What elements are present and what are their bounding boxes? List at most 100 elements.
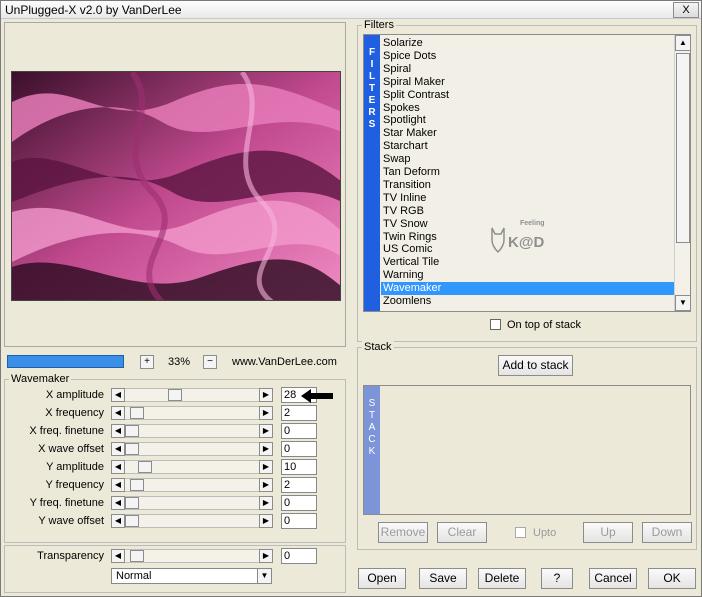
filter-item[interactable]: Wavemaker — [381, 282, 675, 296]
filter-item[interactable]: TV Inline — [381, 192, 675, 205]
up-button[interactable]: Up — [583, 522, 633, 543]
filter-item[interactable]: Spiral Maker — [381, 76, 675, 89]
param-slider[interactable]: ◀ ▶ — [111, 496, 273, 510]
param-label: Y amplitude — [46, 461, 104, 473]
slider-right-arrow-icon[interactable]: ▶ — [259, 442, 273, 456]
filter-item[interactable]: Split Contrast — [381, 89, 675, 102]
slider-right-arrow-icon[interactable]: ▶ — [259, 514, 273, 528]
preview-image[interactable] — [11, 71, 341, 301]
transparency-slider[interactable]: ◀ ▶ — [111, 549, 273, 563]
filter-list[interactable]: FILTERS Solarize Spice Dots Spiral Spiral M… — [363, 34, 691, 312]
slider-right-arrow-icon[interactable]: ▶ — [259, 549, 273, 563]
filter-item[interactable]: Spokes — [381, 102, 675, 115]
slider-thumb[interactable] — [125, 425, 139, 437]
param-value-input[interactable]: 2 — [281, 477, 317, 493]
cancel-button[interactable]: Cancel — [589, 568, 637, 589]
slider-thumb[interactable] — [125, 497, 139, 509]
slider-left-arrow-icon[interactable]: ◀ — [111, 424, 125, 438]
stack-list[interactable]: STACK — [363, 385, 691, 515]
add-to-stack-button[interactable]: Add to stack — [498, 355, 573, 376]
cat-icon — [491, 227, 505, 254]
scroll-up-icon[interactable]: ▲ — [675, 35, 690, 51]
scroll-thumb[interactable] — [676, 53, 690, 243]
delete-button[interactable]: Delete — [478, 568, 526, 589]
filter-item[interactable]: Starchart — [381, 140, 675, 153]
param-value-input[interactable]: 2 — [281, 405, 317, 421]
website-link[interactable]: www.VanDerLee.com — [232, 356, 337, 368]
slider-right-arrow-icon[interactable]: ▶ — [259, 406, 273, 420]
param-label: X amplitude — [45, 389, 104, 401]
close-button[interactable]: X — [673, 2, 699, 18]
slider-thumb[interactable] — [168, 389, 182, 401]
remove-button[interactable]: Remove — [378, 522, 428, 543]
slider-track[interactable] — [125, 406, 259, 420]
slider-left-arrow-icon[interactable]: ◀ — [111, 549, 125, 563]
param-slider[interactable]: ◀ ▶ — [111, 478, 273, 492]
filter-item[interactable]: Spiral — [381, 63, 675, 76]
slider-thumb[interactable] — [125, 443, 139, 455]
filter-item[interactable]: Spotlight — [381, 114, 675, 127]
filter-item[interactable]: Star Maker — [381, 127, 675, 140]
param-slider[interactable]: ◀ ▶ — [111, 514, 273, 528]
on-top-of-stack-checkbox[interactable] — [490, 319, 501, 330]
slider-track[interactable] — [125, 388, 259, 402]
zoom-in-button[interactable]: + — [140, 355, 154, 369]
slider-left-arrow-icon[interactable]: ◀ — [111, 460, 125, 474]
clear-button[interactable]: Clear — [437, 522, 487, 543]
slider-right-arrow-icon[interactable]: ▶ — [259, 478, 273, 492]
blend-mode-select[interactable]: Normal ▼ — [111, 568, 272, 584]
slider-thumb[interactable] — [130, 550, 144, 562]
slider-track[interactable] — [125, 478, 259, 492]
slider-track[interactable] — [125, 424, 259, 438]
slider-left-arrow-icon[interactable]: ◀ — [111, 478, 125, 492]
filter-item[interactable]: Transition — [381, 179, 675, 192]
upto-checkbox[interactable] — [515, 527, 526, 538]
save-button[interactable]: Save — [419, 568, 467, 589]
param-value-input[interactable]: 0 — [281, 441, 317, 457]
filter-scrollbar[interactable]: ▲ ▼ — [674, 35, 690, 311]
slider-left-arrow-icon[interactable]: ◀ — [111, 496, 125, 510]
slider-right-arrow-icon[interactable]: ▶ — [259, 424, 273, 438]
slider-track[interactable] — [125, 549, 259, 563]
ok-button[interactable]: OK — [648, 568, 696, 589]
filter-item[interactable]: Swap — [381, 153, 675, 166]
filter-item[interactable]: Solarize — [381, 37, 675, 50]
zoom-out-button[interactable]: − — [203, 355, 217, 369]
slider-track[interactable] — [125, 514, 259, 528]
slider-thumb[interactable] — [130, 479, 144, 491]
scroll-down-icon[interactable]: ▼ — [675, 295, 690, 311]
slider-right-arrow-icon[interactable]: ▶ — [259, 388, 273, 402]
slider-track[interactable] — [125, 442, 259, 456]
down-button[interactable]: Down — [642, 522, 692, 543]
param-slider[interactable]: ◀ ▶ — [111, 424, 273, 438]
filter-item[interactable]: Spice Dots — [381, 50, 675, 63]
slider-track[interactable] — [125, 496, 259, 510]
slider-right-arrow-icon[interactable]: ▶ — [259, 496, 273, 510]
slider-left-arrow-icon[interactable]: ◀ — [111, 442, 125, 456]
slider-thumb[interactable] — [130, 407, 144, 419]
chevron-down-icon[interactable]: ▼ — [257, 569, 271, 583]
param-value-input[interactable]: 0 — [281, 495, 317, 511]
slider-left-arrow-icon[interactable]: ◀ — [111, 388, 125, 402]
param-slider[interactable]: ◀ ▶ — [111, 406, 273, 420]
param-value-input[interactable]: 10 — [281, 459, 317, 475]
param-slider[interactable]: ◀ ▶ — [111, 442, 273, 456]
filter-item[interactable]: Zoomlens — [381, 295, 675, 308]
transparency-value[interactable]: 0 — [281, 548, 317, 564]
slider-right-arrow-icon[interactable]: ▶ — [259, 460, 273, 474]
filter-item[interactable]: TV RGB — [381, 205, 675, 218]
param-value-input[interactable]: 0 — [281, 513, 317, 529]
filter-item[interactable]: Vertical Tile — [381, 256, 675, 269]
open-button[interactable]: Open — [358, 568, 406, 589]
filter-item[interactable]: Warning — [381, 269, 675, 282]
filter-item[interactable]: Tan Deform — [381, 166, 675, 179]
slider-thumb[interactable] — [125, 515, 139, 527]
param-slider[interactable]: ◀ ▶ — [111, 388, 273, 402]
param-value-input[interactable]: 0 — [281, 423, 317, 439]
help-button[interactable]: ? — [541, 568, 573, 589]
slider-left-arrow-icon[interactable]: ◀ — [111, 406, 125, 420]
zoom-progress-bar[interactable] — [7, 355, 124, 368]
slider-thumb[interactable] — [138, 461, 152, 473]
param-slider[interactable]: ◀ ▶ — [111, 460, 273, 474]
slider-left-arrow-icon[interactable]: ◀ — [111, 514, 125, 528]
